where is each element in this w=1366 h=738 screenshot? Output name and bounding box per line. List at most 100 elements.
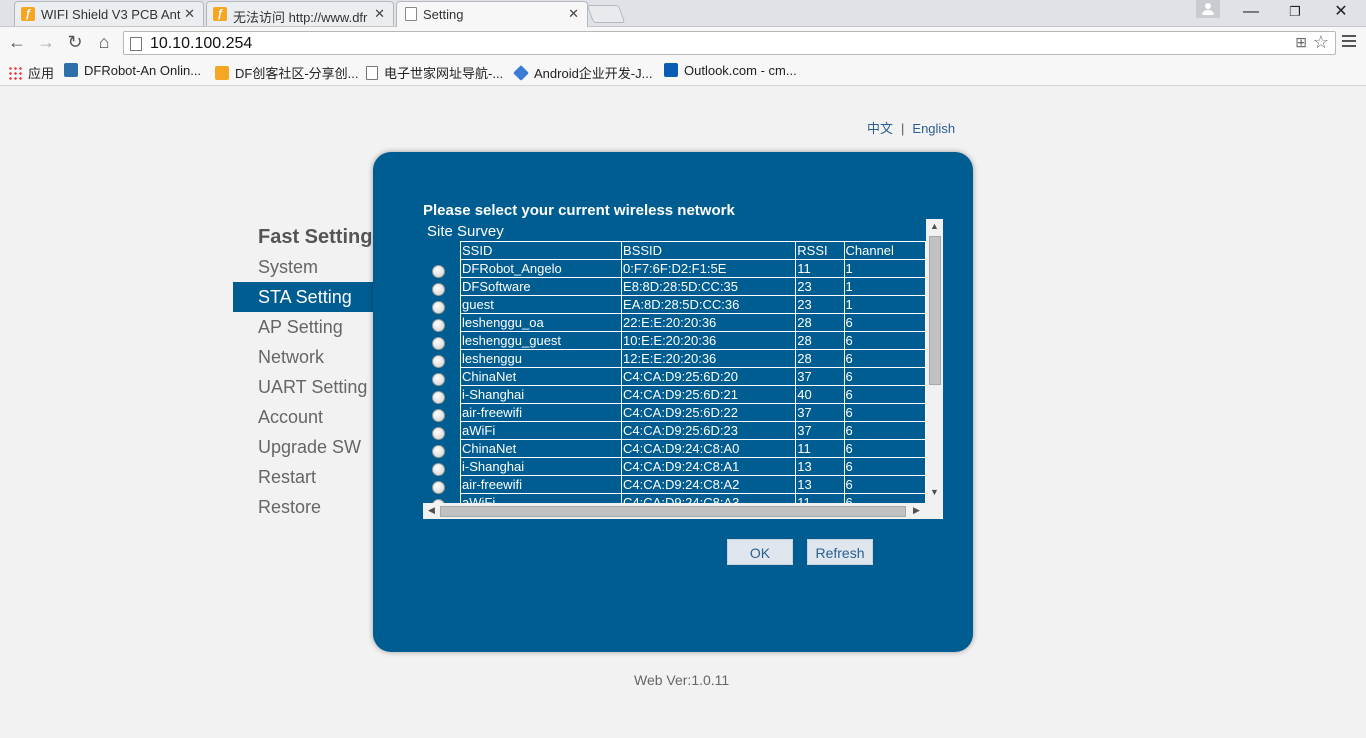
cell-bssid: 0:F7:6F:D2:F1:5E [621, 259, 797, 278]
close-tab-icon[interactable]: ✕ [568, 6, 579, 22]
scroll-thumb[interactable] [929, 236, 941, 385]
cell-channel: 6 [843, 421, 926, 440]
table-row[interactable]: ChinaNet C4:CA:D9:25:6D:20 37 6 [459, 367, 926, 386]
bookmark-dfrobot[interactable]: DFRobot-An Onlin... [64, 63, 201, 78]
table-row[interactable]: i-Shanghai C4:CA:D9:25:6D:21 40 6 [459, 385, 926, 404]
dfrobot-favicon-icon [215, 66, 229, 80]
tab-unreachable[interactable]: ƒ 无法访问 http://www.dfr ✕ [206, 1, 394, 26]
sidebar-item-system[interactable]: System [233, 252, 378, 282]
cell-ssid: guest [459, 295, 623, 314]
cell-bssid: 22:E:E:20:20:36 [621, 313, 797, 332]
close-tab-icon[interactable]: ✕ [374, 6, 385, 22]
network-radio[interactable] [432, 373, 445, 386]
table-row[interactable]: aWiFi C4:CA:D9:25:6D:23 37 6 [459, 421, 926, 440]
scroll-right-icon[interactable]: ▶ [913, 505, 920, 516]
dfrobot-icon [64, 63, 78, 77]
bookmark-df-community[interactable]: DF创客社区-分享创... [215, 63, 359, 82]
table-row[interactable]: i-Shanghai C4:CA:D9:24:C8:A1 13 6 [459, 457, 926, 476]
network-radio[interactable] [432, 391, 445, 404]
sidebar-item-fast-setting[interactable]: Fast Setting [233, 222, 378, 252]
site-survey-list[interactable]: SSID BSSID RSSI Channel DFRobot_Angelo 0:… [423, 241, 926, 506]
column-header-rssi: RSSI [795, 241, 845, 260]
tab-wifi-shield[interactable]: ƒ WIFI Shield V3 PCB Ante ✕ [14, 1, 204, 26]
sidebar-item-account[interactable]: Account [233, 402, 378, 432]
reload-icon[interactable]: ↻ [64, 31, 86, 53]
table-row[interactable]: air-freewifi C4:CA:D9:24:C8:A2 13 6 [459, 475, 926, 494]
bookmark-apps[interactable]: 应用 [8, 63, 54, 82]
cell-bssid: C4:CA:D9:24:C8:A2 [621, 475, 797, 494]
network-radio[interactable] [432, 481, 445, 494]
ok-button[interactable]: OK [727, 539, 793, 565]
cell-ssid: i-Shanghai [459, 457, 623, 476]
scroll-left-icon[interactable]: ◀ [428, 505, 435, 516]
table-row[interactable]: guest EA:8D:28:5D:CC:36 23 1 [459, 295, 926, 314]
site-survey-table: SSID BSSID RSSI Channel DFRobot_Angelo 0:… [459, 241, 926, 506]
user-profile-icon[interactable] [1196, 0, 1220, 18]
sidebar-item-sta-setting[interactable]: STA Setting [233, 282, 378, 312]
bookmark-star-icon[interactable]: ☆ [1313, 32, 1329, 53]
network-radio[interactable] [432, 445, 445, 458]
network-radio[interactable] [432, 463, 445, 476]
network-radio[interactable] [432, 427, 445, 440]
bookmark-dzsj[interactable]: 电子世家网址导航-... [366, 63, 503, 82]
new-tab-button[interactable] [586, 5, 626, 23]
table-row[interactable]: leshenggu_guest 10:E:E:20:20:36 28 6 [459, 331, 926, 350]
bookmark-android[interactable]: Android企业开发-J... [513, 63, 653, 82]
minimize-icon[interactable]: — [1228, 0, 1274, 24]
network-radio[interactable] [432, 265, 445, 278]
table-row[interactable]: leshenggu 12:E:E:20:20:36 28 6 [459, 349, 926, 368]
sta-setting-panel: Please select your current wireless netw… [373, 152, 973, 652]
page-icon [366, 66, 378, 80]
cell-rssi: 28 [795, 349, 845, 368]
cell-channel: 6 [843, 313, 926, 332]
translate-icon[interactable]: ⊞ [1295, 34, 1307, 51]
cell-rssi: 37 [795, 403, 845, 422]
sidebar-item-uart-setting[interactable]: UART Setting [233, 372, 378, 402]
close-window-icon[interactable]: ✕ [1318, 0, 1364, 24]
outlook-icon [664, 63, 678, 77]
sidebar-item-ap-setting[interactable]: AP Setting [233, 312, 378, 342]
table-row[interactable]: DFSoftware E8:8D:28:5D:CC:35 23 1 [459, 277, 926, 296]
back-icon[interactable]: ← [6, 31, 28, 53]
sidebar-item-upgrade-sw[interactable]: Upgrade SW [233, 432, 378, 462]
sidebar-item-restart[interactable]: Restart [233, 462, 378, 492]
table-row[interactable]: air-freewifi C4:CA:D9:25:6D:22 37 6 [459, 403, 926, 422]
scroll-up-icon[interactable]: ▲ [930, 221, 939, 231]
network-radio[interactable] [432, 319, 445, 332]
cell-bssid: 10:E:E:20:20:36 [621, 331, 797, 350]
cell-channel: 1 [843, 277, 926, 296]
network-radio[interactable] [432, 409, 445, 422]
cell-rssi: 13 [795, 475, 845, 494]
lang-english-link[interactable]: English [912, 121, 955, 136]
network-radio[interactable] [432, 283, 445, 296]
close-tab-icon[interactable]: ✕ [184, 6, 195, 22]
sidebar-item-restore[interactable]: Restore [233, 492, 378, 522]
cell-bssid: C4:CA:D9:25:6D:21 [621, 385, 797, 404]
forward-icon[interactable]: → [35, 31, 57, 53]
table-row[interactable]: ChinaNet C4:CA:D9:24:C8:A0 11 6 [459, 439, 926, 458]
table-row[interactable]: leshenggu_oa 22:E:E:20:20:36 28 6 [459, 313, 926, 332]
refresh-button[interactable]: Refresh [807, 539, 873, 565]
menu-icon[interactable] [1342, 35, 1356, 50]
home-icon[interactable]: ⌂ [93, 31, 115, 53]
cell-bssid: EA:8D:28:5D:CC:36 [621, 295, 797, 314]
url-text: 10.10.100.254 [150, 35, 253, 52]
bookmark-outlook[interactable]: Outlook.com - cm... [664, 63, 797, 78]
network-radio[interactable] [432, 355, 445, 368]
scroll-thumb[interactable] [440, 506, 906, 517]
cell-channel: 6 [843, 349, 926, 368]
address-bar[interactable]: 10.10.100.254 ⊞ ☆ [123, 31, 1336, 55]
network-radio[interactable] [432, 337, 445, 350]
lang-chinese-link[interactable]: 中文 [867, 121, 893, 136]
tab-setting[interactable]: Setting ✕ [396, 1, 588, 27]
cell-channel: 6 [843, 331, 926, 350]
table-row[interactable]: DFRobot_Angelo 0:F7:6F:D2:F1:5E 11 1 [459, 259, 926, 278]
page-icon [405, 7, 417, 21]
bookmark-label: Android企业开发-J... [534, 66, 653, 81]
restore-icon[interactable]: ❐ [1272, 0, 1318, 24]
network-radio[interactable] [432, 301, 445, 314]
horizontal-scrollbar[interactable]: ◀ ▶ [423, 503, 943, 519]
vertical-scrollbar[interactable]: ▲ ▼ [926, 219, 943, 506]
sidebar-item-network[interactable]: Network [233, 342, 378, 372]
scroll-down-icon[interactable]: ▼ [930, 487, 939, 497]
